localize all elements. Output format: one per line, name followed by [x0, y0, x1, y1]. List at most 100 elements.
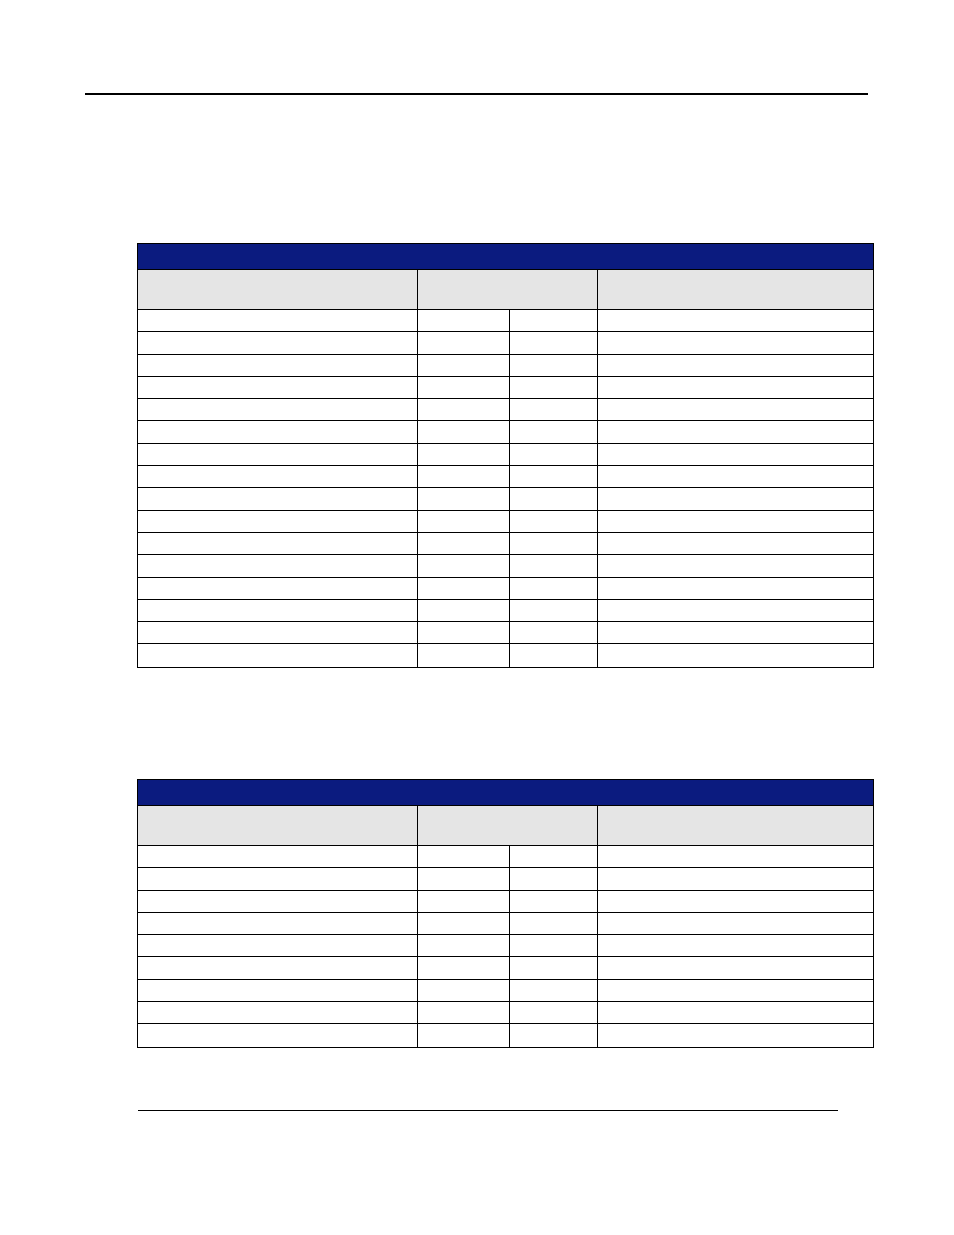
table-cell — [598, 578, 872, 599]
table-cell — [598, 399, 872, 420]
table-cell — [138, 377, 418, 398]
table-cell — [510, 466, 598, 487]
table-cell — [598, 444, 872, 465]
table-cell — [138, 533, 418, 554]
table-cell — [598, 355, 872, 376]
table-cell — [138, 1002, 418, 1023]
table-cell — [510, 488, 598, 509]
table-cell — [418, 310, 510, 331]
table-cell — [418, 957, 510, 978]
table-cell — [418, 399, 510, 420]
table-cell — [510, 622, 598, 643]
table-row — [138, 1024, 873, 1046]
table-cell — [418, 466, 510, 487]
table-cell — [598, 957, 872, 978]
table-cell — [418, 533, 510, 554]
table-row — [138, 578, 873, 600]
table-cell — [598, 891, 872, 912]
table-cell — [418, 913, 510, 934]
table-cell — [510, 310, 598, 331]
table-1-header-cell-3 — [598, 270, 872, 309]
table-2-header-cell-3 — [598, 806, 872, 845]
table-cell — [510, 957, 598, 978]
table-cell — [598, 913, 872, 934]
table-cell — [598, 488, 872, 509]
table-cell — [510, 891, 598, 912]
table-cell — [418, 444, 510, 465]
table-cell — [138, 600, 418, 621]
table-cell — [510, 600, 598, 621]
table-1-rows — [138, 310, 873, 667]
table-cell — [138, 622, 418, 643]
table-cell — [418, 377, 510, 398]
table-cell — [418, 600, 510, 621]
table-cell — [510, 421, 598, 442]
table-cell — [510, 578, 598, 599]
table-row — [138, 421, 873, 443]
table-cell — [418, 622, 510, 643]
table-row — [138, 935, 873, 957]
table-cell — [418, 868, 510, 889]
table-cell — [138, 578, 418, 599]
table-row — [138, 913, 873, 935]
table-cell — [138, 488, 418, 509]
table-row — [138, 533, 873, 555]
table-cell — [138, 555, 418, 576]
table-cell — [598, 644, 872, 666]
table-cell — [418, 846, 510, 867]
table-cell — [138, 421, 418, 442]
table-cell — [418, 644, 510, 666]
table-row — [138, 511, 873, 533]
table-2-rows — [138, 846, 873, 1047]
table-cell — [138, 846, 418, 867]
table-cell — [510, 332, 598, 353]
table-cell — [598, 846, 872, 867]
table-cell — [598, 600, 872, 621]
table-cell — [418, 511, 510, 532]
table-cell — [598, 980, 872, 1001]
table-cell — [510, 1002, 598, 1023]
table-cell — [510, 377, 598, 398]
table-row — [138, 600, 873, 622]
table-row — [138, 332, 873, 354]
table-row — [138, 377, 873, 399]
table-cell — [510, 846, 598, 867]
table-cell — [510, 355, 598, 376]
table-cell — [138, 868, 418, 889]
table-cell — [598, 1024, 872, 1046]
table-2-header-cell-1 — [138, 806, 418, 845]
table-cell — [138, 1024, 418, 1046]
table-cell — [138, 935, 418, 956]
table-cell — [138, 980, 418, 1001]
table-cell — [598, 533, 872, 554]
table-cell — [418, 355, 510, 376]
bottom-horizontal-rule — [138, 1110, 838, 1111]
table-cell — [510, 935, 598, 956]
table-1-header-cell-1 — [138, 270, 418, 309]
table-cell — [418, 980, 510, 1001]
table-cell — [418, 578, 510, 599]
table-cell — [510, 511, 598, 532]
table-cell — [598, 310, 872, 331]
table-cell — [510, 1024, 598, 1046]
table-2-title-bar — [138, 779, 873, 806]
table-2-header-cell-2 — [418, 806, 598, 845]
table-cell — [598, 1002, 872, 1023]
table-row — [138, 488, 873, 510]
table-cell — [138, 355, 418, 376]
table-2-header-row — [138, 806, 873, 846]
table-cell — [138, 957, 418, 978]
document-page — [0, 0, 954, 1235]
table-cell — [138, 913, 418, 934]
table-row — [138, 355, 873, 377]
table-cell — [138, 399, 418, 420]
table-row — [138, 980, 873, 1002]
table-cell — [598, 868, 872, 889]
table-cell — [418, 1024, 510, 1046]
table-2 — [137, 779, 874, 1048]
table-cell — [418, 555, 510, 576]
table-cell — [510, 444, 598, 465]
table-row — [138, 310, 873, 332]
table-cell — [598, 332, 872, 353]
table-row — [138, 846, 873, 868]
